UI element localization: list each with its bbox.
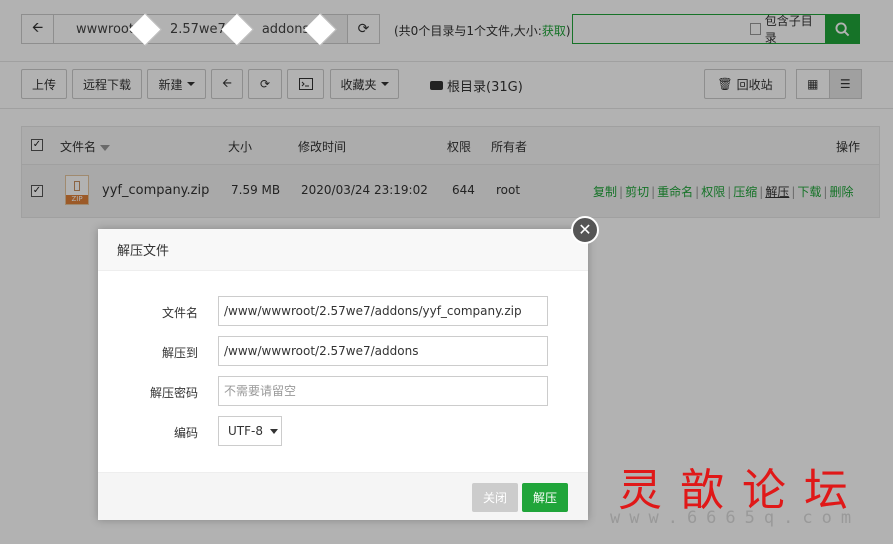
- target-row: 解压到: [98, 336, 588, 366]
- encoding-row: 编码 UTF-8: [98, 416, 588, 446]
- filename-input[interactable]: [218, 296, 548, 326]
- password-row: 解压密码: [98, 376, 588, 406]
- target-label: 解压到: [161, 346, 198, 360]
- dialog-footer: 关闭 解压: [98, 472, 588, 520]
- encoding-select[interactable]: UTF-8: [218, 416, 282, 446]
- filename-row: 文件名: [98, 296, 588, 326]
- encoding-label: 编码: [173, 426, 198, 440]
- dialog-title: 解压文件: [98, 229, 588, 271]
- dialog-cancel-button[interactable]: 关闭: [472, 483, 518, 512]
- password-input[interactable]: [218, 376, 548, 406]
- extract-dialog: 解压文件 ✕ 文件名 解压到 解压密码 编码 UTF-8 关闭 解压: [98, 216, 599, 520]
- target-path-input[interactable]: [218, 336, 548, 366]
- watermark-url: www.6665q.com: [610, 508, 861, 528]
- password-label: 解压密码: [149, 386, 198, 400]
- chevron-down-icon: [269, 428, 278, 434]
- dialog-close-button[interactable]: ✕: [571, 216, 599, 244]
- extract-button[interactable]: 解压: [522, 483, 568, 512]
- filename-label: 文件名: [161, 306, 198, 320]
- close-icon: ✕: [578, 220, 592, 239]
